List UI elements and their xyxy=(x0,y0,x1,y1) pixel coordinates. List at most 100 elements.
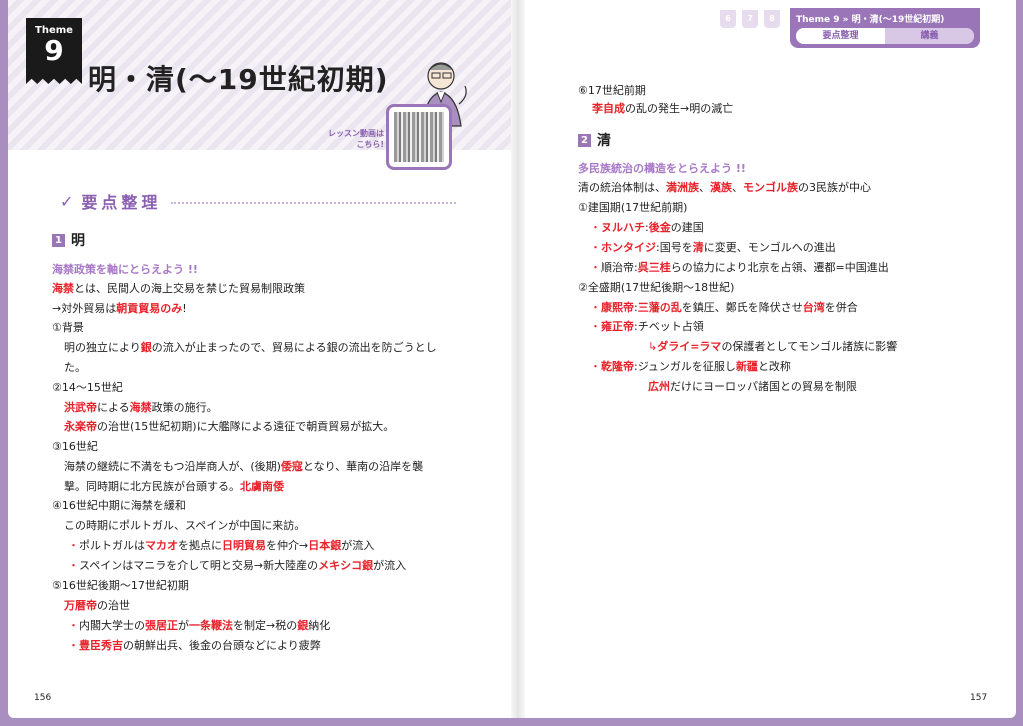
text-span: ③16世紀 xyxy=(52,440,98,453)
subheading-qing: 2 清 xyxy=(578,130,611,150)
lesson-video-text: レッスン動画は こちら! xyxy=(324,128,384,150)
text-span: ・ xyxy=(590,221,601,234)
chevron-down-icon: ✓ xyxy=(60,191,74,211)
text-line: ①建国期(17世紀前期) xyxy=(578,201,687,215)
text-span: の朝鮮出兵、後金の台頭などにより疲弊 xyxy=(123,639,321,652)
key-term: 日本銀 xyxy=(308,539,342,552)
text-span: ポルトガルは xyxy=(79,539,145,552)
text-span: ・ xyxy=(590,320,601,333)
text-line: 海禁政策を軸にとらえよう !! xyxy=(52,263,198,277)
text-span: ⑤16世紀後期〜17世紀初期 xyxy=(52,579,189,592)
page-chip[interactable]: 6 xyxy=(720,10,736,28)
book-gutter xyxy=(511,0,525,718)
key-term: 呉三桂 xyxy=(637,261,671,274)
text-line: ・内閣大学士の張居正が一条鞭法を制定→税の銀納化 xyxy=(68,619,330,633)
key-term: 海禁 xyxy=(129,401,152,414)
page-number-right: 157 xyxy=(970,693,988,703)
sub-title: 清 xyxy=(597,133,611,149)
text-span: ・ xyxy=(68,619,79,632)
tab-summary[interactable]: 要点整理 xyxy=(796,28,885,44)
text-line: →対外貿易は朝貢貿易のみ! xyxy=(52,302,187,316)
text-line: ・康熙帝:三藩の乱を鎮圧、鄭氏を降伏させ台湾を併合 xyxy=(590,301,858,315)
key-term: 洪武帝 xyxy=(64,401,97,414)
text-line: ・豊臣秀吉の朝鮮出兵、後金の台頭などにより疲弊 xyxy=(68,639,321,653)
text-span: ・ xyxy=(590,261,601,274)
page-chip[interactable]: 8 xyxy=(764,10,780,28)
tab-lecture[interactable]: 講義 xyxy=(885,28,974,44)
nav-title: Theme 9 » 明・清(〜19世紀初期) xyxy=(796,15,945,25)
text-line: 多民族統治の構造をとらえよう !! xyxy=(578,162,746,176)
dotted-divider xyxy=(171,202,456,204)
text-line: ②全盛期(17世紀後期〜18世紀) xyxy=(578,281,734,295)
text-span: ②14〜15世紀 xyxy=(52,381,123,394)
text-span: 政策の施行。 xyxy=(151,401,218,414)
text-span: ・ xyxy=(68,639,79,652)
text-span: の3民族が中心 xyxy=(798,181,871,194)
sub-title: 明 xyxy=(71,233,85,249)
text-line: ・雍正帝:チベット占領 xyxy=(590,320,704,334)
text-span: らの協力により北京を占領、遷都=中国進出 xyxy=(670,261,889,274)
key-term: 三藩の乱 xyxy=(637,301,682,314)
key-term: 康熙帝 xyxy=(601,301,634,314)
key-term: モンゴル族 xyxy=(743,181,798,194)
text-span: となり、華南の沿岸を襲 xyxy=(302,460,424,473)
text-span: に変更、モンゴルへの進出 xyxy=(703,241,836,254)
text-line: ・ヌルハチ:後金の建国 xyxy=(590,221,704,235)
text-line: ・順治帝:呉三桂らの協力により北京を占領、遷都=中国進出 xyxy=(590,261,889,275)
text-line: ⑥17世紀前期 xyxy=(578,84,646,98)
text-span: 清の統治体制は、 xyxy=(578,181,666,194)
key-term: ダライ=ラマ xyxy=(657,340,722,353)
text-span: が xyxy=(178,619,189,632)
key-term: 倭寇 xyxy=(280,460,303,473)
qr-code[interactable] xyxy=(386,104,452,170)
text-span: ・ xyxy=(590,301,601,314)
text-span: を制定→税の xyxy=(233,619,298,632)
page-title: 明・清(〜19世紀初期) xyxy=(88,63,389,96)
text-line: 清の統治体制は、満洲族、漢族、モンゴル族の3民族が中心 xyxy=(578,181,871,195)
text-span: 順治帝: xyxy=(601,261,638,274)
key-term: 一条鞭法 xyxy=(189,619,233,632)
text-span: を仲介→ xyxy=(266,539,309,552)
key-term: 漢族 xyxy=(710,181,732,194)
key-term: 雍正帝 xyxy=(601,320,634,333)
text-line: ①背景 xyxy=(52,321,84,335)
lesson-text-line-1: レッスン動画は xyxy=(328,129,384,138)
key-term: 広州 xyxy=(648,380,670,393)
text-line: 洪武帝による海禁政策の施行。 xyxy=(64,401,218,415)
key-term: 李自成 xyxy=(592,102,625,115)
text-line: ②14〜15世紀 xyxy=(52,381,123,395)
key-term: 銀 xyxy=(140,341,152,354)
key-term: 張居正 xyxy=(145,619,178,632)
text-span: ①背景 xyxy=(52,321,84,334)
text-line: 李自成の乱の発生→明の滅亡 xyxy=(592,102,733,116)
text-span: とは、民間人の海上交易を禁じた貿易制限政策 xyxy=(74,282,305,295)
text-line: この時期にポルトガル、スペインが中国に来訪。 xyxy=(64,519,305,533)
text-span: ・ xyxy=(590,360,601,373)
text-line: 永楽帝の治世(15世紀初期)に大艦隊による遠征で朝貢貿易が拡大。 xyxy=(64,420,394,434)
text-line: た。 xyxy=(64,361,86,375)
text-span: だけにヨーロッパ諸国との貿易を制限 xyxy=(670,380,857,393)
text-line: 広州だけにヨーロッパ諸国との貿易を制限 xyxy=(648,380,857,394)
text-line: ↳ダライ=ラマの保護者としてモンゴル諸族に影響 xyxy=(648,340,897,354)
text-span: と改称 xyxy=(757,360,791,373)
key-term: 乾隆帝 xyxy=(601,360,634,373)
text-span: ! xyxy=(182,302,187,315)
page-chip[interactable]: 7 xyxy=(742,10,758,28)
text-span: →対外貿易は xyxy=(52,302,117,315)
text-span: を併合 xyxy=(824,301,858,314)
text-span: が流入 xyxy=(341,539,375,552)
text-span: が流入 xyxy=(373,559,407,572)
text-span: の流入が止まったので、貿易による銀の流出を防ごうとし xyxy=(151,341,437,354)
text-line: ・ポルトガルはマカオを拠点に日明貿易を仲介→日本銀が流入 xyxy=(68,539,374,553)
theme-number: 9 xyxy=(44,34,64,67)
book-spread: Theme 9 明・清(〜19世紀初期) レッスン動画は こちら! ✓ 要点整理… xyxy=(8,0,1016,718)
key-term: 朝貢貿易のみ xyxy=(116,302,183,315)
sub-number: 2 xyxy=(578,133,591,147)
text-line: 撃。同時期に北方民族が台頭する。北虜南倭 xyxy=(64,480,284,494)
text-line: ・ホンタイジ:国号を清に変更、モンゴルへの進出 xyxy=(590,241,836,255)
text-span: ・ xyxy=(68,559,79,572)
focus-heading: 多民族統治の構造をとらえよう !! xyxy=(578,162,746,175)
key-term: 北虜南倭 xyxy=(240,480,284,493)
text-span: た。 xyxy=(64,361,86,374)
subheading-ming: 1 明 xyxy=(52,230,85,250)
